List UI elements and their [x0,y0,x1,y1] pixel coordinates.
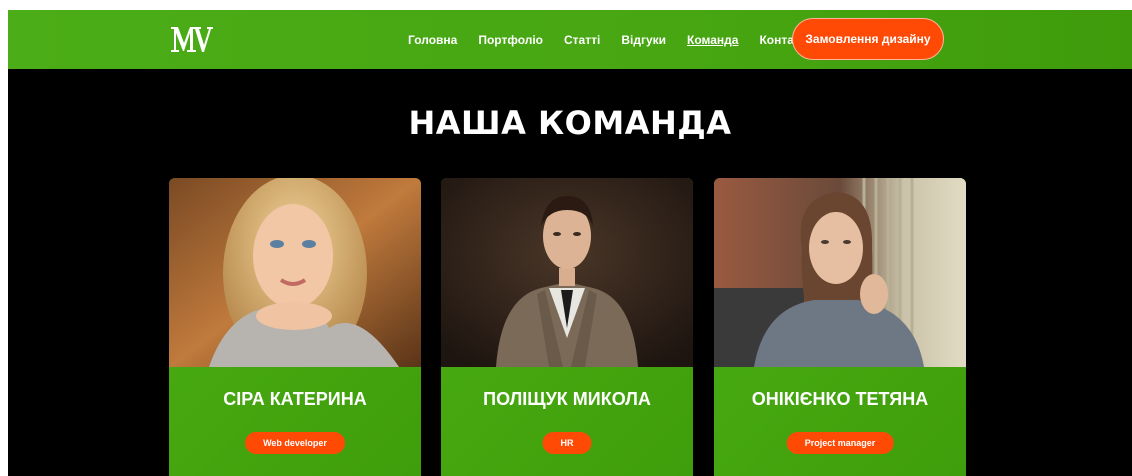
nav-link-reviews[interactable]: Відгуки [621,33,666,47]
team-card: ОНІКІЄНКО ТЕТЯНА Project manager [714,178,966,476]
order-design-button[interactable]: Замовлення дизайну [792,18,944,60]
member-photo [714,178,966,367]
page: Головна Портфоліо Статті Відгуки Команда… [8,10,1132,476]
member-photo [441,178,693,367]
section-title: НАША КОМАНДА [408,104,732,142]
site-header: Головна Портфоліо Статті Відгуки Команда… [8,10,1132,69]
member-role-badge: HR [542,432,592,454]
member-name: СІРА КАТЕРИНА [223,389,367,409]
member-name: ПОЛІЩУК МИКОЛА [483,389,651,409]
member-photo [169,178,421,367]
member-role-badge: Project manager [786,432,894,454]
nav-link-team[interactable]: Команда [687,33,738,47]
logo-icon[interactable] [169,23,213,55]
nav-link-articles[interactable]: Статті [564,33,600,47]
member-name: ОНІКІЄНКО ТЕТЯНА [751,389,929,409]
team-card: ПОЛІЩУК МИКОЛА HR [441,178,693,476]
nav-link-portfolio[interactable]: Портфоліо [478,33,543,47]
team-card: СІРА КАТЕРИНА Web developer [169,178,421,476]
main-nav: Головна Портфоліо Статті Відгуки Команда… [408,10,834,69]
nav-link-home[interactable]: Головна [408,33,457,47]
member-role-badge: Web developer [245,432,345,454]
